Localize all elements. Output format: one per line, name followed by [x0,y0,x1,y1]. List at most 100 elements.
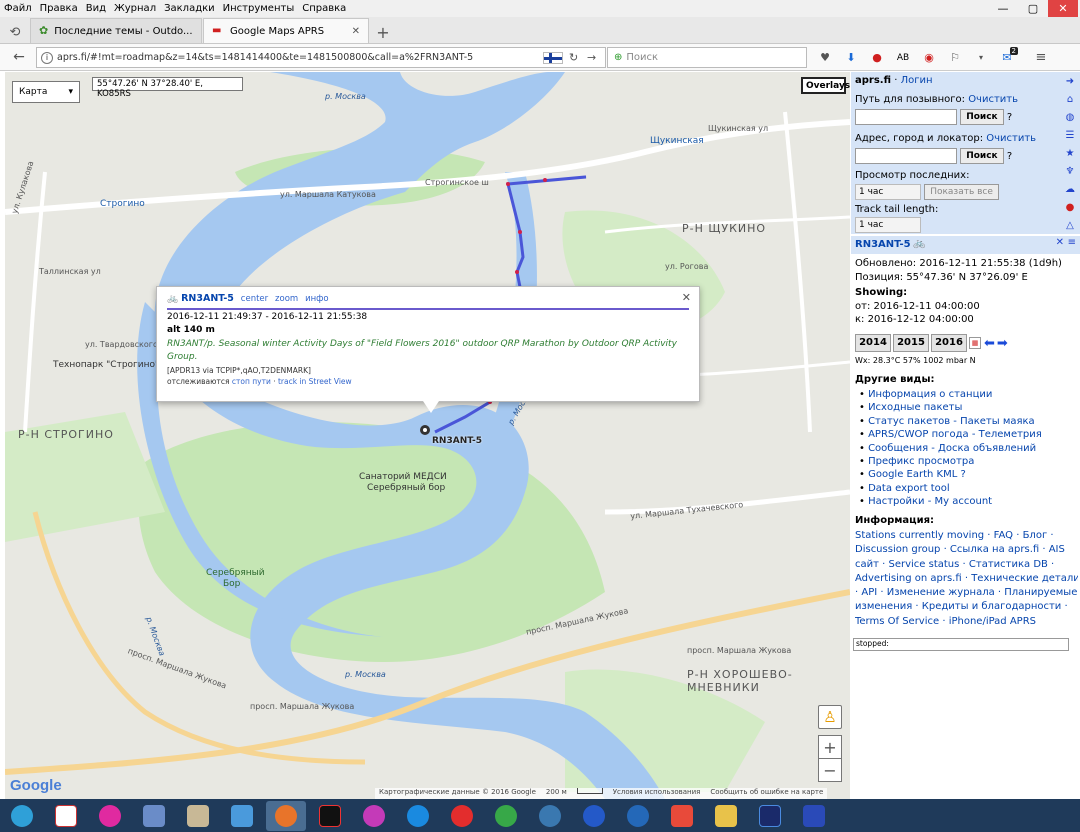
menu-help[interactable]: Справка [298,3,350,14]
help-icon[interactable]: ? [1007,151,1012,162]
overlays-button[interactable]: Overlays [801,77,850,94]
weather-icon[interactable]: ☁ [1063,182,1077,196]
notification-icon[interactable]: ✉ 2 [994,47,1020,64]
view-link[interactable]: Префикс просмотра [868,456,974,467]
view-link[interactable]: Data export tool [868,483,950,494]
taskbar-app[interactable] [574,801,614,831]
year-2014-button[interactable]: 2014 [855,334,891,352]
view-link[interactable]: APRS/CWOP погода - Телеметрия [868,429,1042,440]
track-tail-select[interactable]: 1 час [855,217,921,233]
forward-icon[interactable]: → [587,51,605,64]
dropdown-icon[interactable]: ▾ [968,53,994,62]
menu-file[interactable]: Файл [0,3,36,14]
zoom-in-button[interactable]: + [818,735,842,759]
pegman-icon[interactable]: ♙ [818,705,842,729]
settings-icon[interactable]: ☰ [1063,128,1077,142]
search-input[interactable]: ⊕ Поиск [607,47,807,68]
reload-icon[interactable]: ↻ [569,51,587,64]
taskbar-app[interactable] [750,801,790,831]
taskbar-app[interactable] [442,801,482,831]
tab-outdoor[interactable]: ✿ Последние темы - Outdo... ✕ [30,18,202,43]
show-all-button[interactable]: Показать все [924,184,999,200]
back-icon[interactable]: ← [8,46,30,68]
clear-address-link[interactable]: Очистить [986,133,1036,144]
pocket-icon[interactable]: ♥ [812,51,838,64]
view-link[interactable]: Статус пакетов - Пакеты маяка [868,416,1035,427]
taskbar-app[interactable] [90,801,130,831]
globe-icon[interactable]: ◍ [1063,110,1077,124]
year-2015-button[interactable]: 2015 [893,334,929,352]
start-button[interactable] [2,801,42,831]
close-station-icon[interactable]: ✕ [1056,237,1064,248]
clear-path-link[interactable]: Очистить [968,94,1018,105]
new-tab-icon[interactable]: + [372,21,394,43]
info-line[interactable]: Advertising on aprs.fi · Технические дет… [855,572,1078,586]
info-line[interactable]: · API · Изменение журнала · Планируемые [855,586,1078,600]
home-icon[interactable]: ⌂ [1063,92,1077,106]
terms-link[interactable]: Условия использования [613,788,701,799]
station-map-label[interactable]: RN3ANT-5 [432,436,482,446]
taskbar-app[interactable] [134,801,174,831]
taskbar-app[interactable] [46,801,86,831]
close-icon[interactable]: ✕ [682,291,691,304]
maximize-icon[interactable]: ▢ [1018,0,1048,17]
menu-history[interactable]: Журнал [110,3,160,14]
taskbar-app[interactable] [618,801,658,831]
addon-icon[interactable]: ◉ [916,51,942,64]
street-view-link[interactable]: track in Street View [278,377,352,386]
stop-track-link[interactable]: стоп пути [232,377,271,386]
map-type-select[interactable]: Карта ▾ [12,81,80,103]
year-2016-button[interactable]: 2016 [931,334,967,352]
hamburger-menu-icon[interactable]: ≡ [1028,50,1054,65]
help-icon[interactable]: ? [1007,112,1012,123]
close-window-icon[interactable]: ✕ [1048,0,1078,17]
taskbar-app[interactable] [706,801,746,831]
adblock-icon[interactable]: ● [864,51,890,64]
view-link[interactable]: Исходные пакеты [868,402,962,413]
taskbar-app[interactable] [530,801,570,831]
menu-bookmarks[interactable]: Закладки [160,3,219,14]
taskbar-app[interactable] [662,801,702,831]
info-line[interactable]: Terms Of Service · iPhone/iPad APRS [855,615,1078,629]
period-select[interactable]: 1 час [855,184,921,200]
map-canvas[interactable]: Р-Н СТРОГИНО Р-Н ЩУКИНО Р-Н ХОРОШЕВО-МНЕ… [5,72,850,799]
center-link[interactable]: center [241,294,268,304]
download-icon[interactable]: ⬇ [838,51,864,64]
url-bar[interactable]: i aprs.fi/#!mt=roadmap&z=14&ts=148141440… [36,47,606,68]
info-link[interactable]: инфо [305,294,329,304]
calendar-icon[interactable]: ▦ [969,337,981,349]
info-line[interactable]: Stations currently moving · FAQ · Блог · [855,529,1078,543]
taskbar-app[interactable] [398,801,438,831]
zoom-out-button[interactable]: − [818,758,842,782]
taskbar-app[interactable] [354,801,394,831]
callsign-search-button[interactable]: Поиск [960,109,1004,125]
report-link[interactable]: Сообщить об ошибке на карте [710,788,823,799]
taskbar-app[interactable] [178,801,218,831]
taskbar-app[interactable] [222,801,262,831]
taskbar-app[interactable] [486,801,526,831]
info-line[interactable]: Discussion group · Ссылка на aprs.fi · A… [855,543,1078,557]
zoom-link[interactable]: zoom [275,294,298,304]
collapse-icon[interactable]: ➜ [1063,74,1077,88]
ab-icon[interactable]: AB [890,53,916,63]
popup-callsign-link[interactable]: RN3ANT-5 [181,293,234,304]
tab-history-icon[interactable]: ⟲ [0,21,30,43]
arrow-right-icon[interactable]: ➡ [997,336,1008,351]
tab-aprs[interactable]: ▬ Google Maps APRS ✕ [203,18,369,43]
login-link[interactable]: Логин [901,75,933,86]
view-link[interactable]: Информация о станции [868,389,992,400]
taskbar-app[interactable] [794,801,834,831]
close-tab-icon[interactable]: ✕ [352,26,360,37]
view-link[interactable]: Сообщения - Доска объявлений [868,443,1036,454]
extension-icon[interactable]: ⚐ [942,51,968,64]
menu-tools[interactable]: Инструменты [219,3,299,14]
info-icon[interactable]: i [41,51,53,64]
triangle-icon[interactable]: △ [1063,218,1077,232]
taskbar-app[interactable] [310,801,350,831]
firefox-taskbar-button[interactable] [266,800,306,831]
view-link[interactable]: Настройки - My account [868,496,992,507]
info-line[interactable]: изменения · Кредиты и благодарности · [855,600,1078,614]
minimize-icon[interactable]: — [988,0,1018,17]
menu-icon[interactable]: ≡ [1068,237,1076,248]
callsign-input[interactable] [855,109,957,125]
